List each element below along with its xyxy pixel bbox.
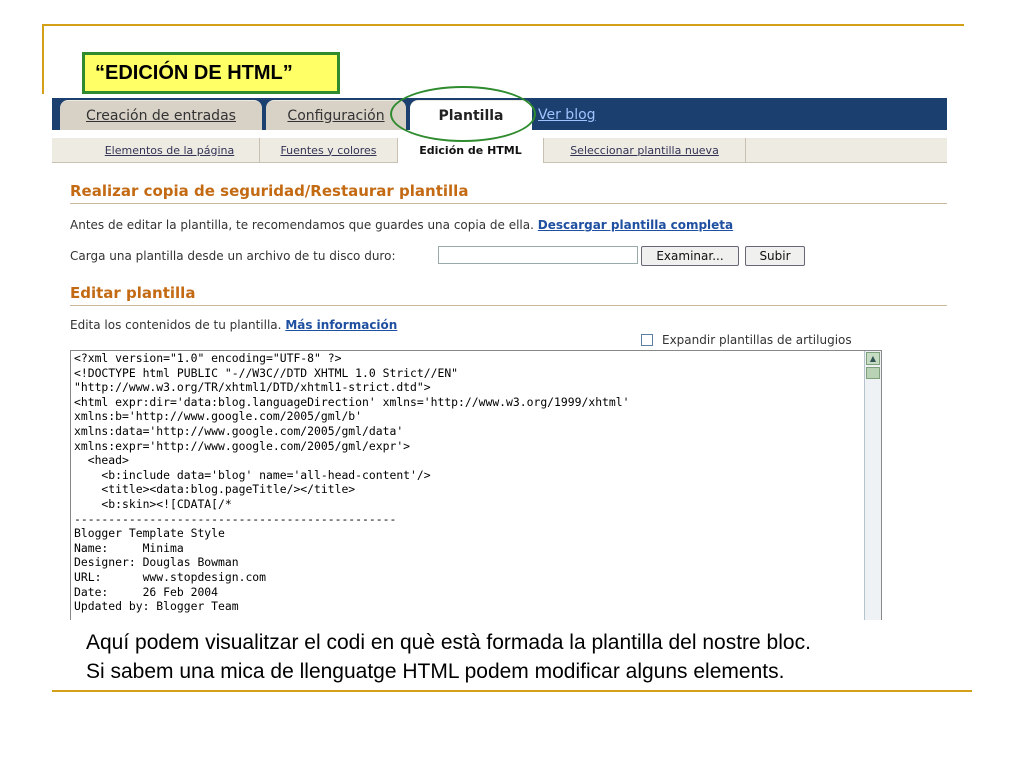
slide-left-rule [42, 24, 44, 94]
subtab-bar: Elementos de la página Fuentes y colores… [52, 138, 947, 163]
more-info-link[interactable]: Más información [285, 318, 397, 332]
editor-section-rule [70, 305, 947, 306]
download-template-link[interactable]: Descargar plantilla completa [538, 218, 733, 232]
editor-intro-text: Edita los contenidos de tu plantilla. [70, 318, 282, 332]
backup-section-rule [70, 203, 947, 204]
code-line: xmlns:expr='http://www.google.com/2005/g… [74, 438, 411, 453]
subtab-fuentes-colores[interactable]: Fuentes y colores [260, 138, 398, 162]
code-line: Blogger Template Style [74, 526, 225, 541]
tab-creacion-entradas[interactable]: Creación de entradas [60, 100, 262, 130]
code-line: <?xml version="1.0" encoding="UTF-8" ?> [74, 351, 342, 365]
code-line: "http://www.w3.org/TR/xhtml1/DTD/xhtml1-… [74, 380, 431, 395]
code-line: <b:skin><![CDATA[/* [74, 496, 232, 511]
code-line: xmlns:data='http://www.google.com/2005/g… [74, 423, 404, 438]
editor-intro-line: Edita los contenidos de tu plantilla. Má… [70, 318, 397, 332]
upload-label: Carga una plantilla desde un archivo de … [70, 249, 396, 263]
template-code-textarea[interactable]: <?xml version="1.0" encoding="UTF-8" ?> <… [70, 350, 882, 620]
backup-intro-text: Antes de editar la plantilla, te recomen… [70, 218, 534, 232]
file-path-input[interactable] [438, 246, 638, 264]
code-line: URL: www.stopdesign.com [74, 569, 267, 584]
subtab-elementos-pagina[interactable]: Elementos de la página [80, 138, 260, 162]
expand-widgets-checkbox[interactable] [641, 334, 653, 346]
subtab-seleccionar-plantilla[interactable]: Seleccionar plantilla nueva [544, 138, 746, 162]
backup-section-title: Realizar copia de seguridad/Restaurar pl… [70, 182, 469, 200]
code-line: <html expr:dir='data:blog.languageDirect… [74, 394, 630, 409]
tab-configuracion[interactable]: Configuración [266, 100, 406, 130]
slide-title: “EDICIÓN DE HTML” [82, 52, 340, 94]
code-line: Name: Minima [74, 540, 184, 555]
backup-intro-line: Antes de editar la plantilla, te recomen… [70, 218, 733, 232]
code-scrollbar[interactable]: ▲ [864, 351, 881, 620]
scroll-thumb[interactable] [866, 367, 880, 379]
code-line: <!DOCTYPE html PUBLIC "-//W3C//DTD XHTML… [74, 365, 459, 380]
code-lines: <?xml version="1.0" encoding="UTF-8" ?> <… [71, 351, 881, 614]
expand-widgets-label: Expandir plantillas de artilugios [662, 333, 852, 347]
slide-top-rule [42, 24, 964, 26]
code-line: <head> [74, 453, 129, 468]
slide-bottom-rule [52, 690, 972, 692]
scroll-up-arrow-icon[interactable]: ▲ [866, 352, 880, 365]
upload-button[interactable]: Subir [745, 246, 805, 266]
slide-caption: Aquí podem visualitzar el codi en què es… [86, 628, 811, 686]
blogger-screenshot: Creación de entradas Configuración Plant… [52, 98, 947, 620]
code-line: Designer: Douglas Bowman [74, 555, 239, 570]
code-line: ----------------------------------------… [74, 511, 397, 526]
caption-line-1: Aquí podem visualitzar el codi en què es… [86, 631, 811, 654]
browse-button[interactable]: Examinar... [641, 246, 739, 266]
code-line: Date: 26 Feb 2004 [74, 584, 219, 599]
editor-section-title: Editar plantilla [70, 284, 196, 302]
code-line: Updated by: Blogger Team [74, 599, 239, 614]
caption-line-2: Si sabem una mica de llenguatge HTML pod… [86, 660, 785, 683]
code-line: xmlns:b='http://www.google.com/2005/gml/… [74, 409, 363, 424]
highlight-ellipse [390, 86, 536, 142]
code-line: <title><data:blog.pageTitle/></title> [74, 482, 356, 497]
code-line: <b:include data='blog' name='all-head-co… [74, 467, 431, 482]
ver-blog-link[interactable]: Ver blog [538, 107, 596, 123]
